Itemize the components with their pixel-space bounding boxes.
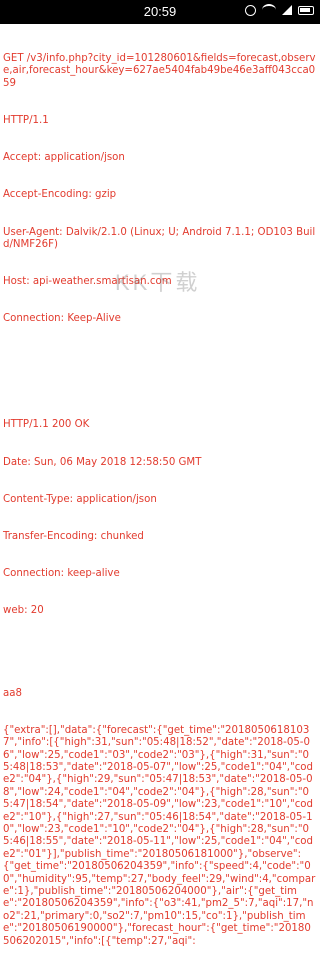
status-icons (245, 4, 314, 16)
response-line: Content-Type: application/json (3, 493, 157, 505)
json-body: {"extra":[],"data":{"forecast":{"get_tim… (3, 724, 316, 947)
request-line: Connection: Keep-Alive (3, 313, 121, 325)
request-block: GET /v3/info.php?city_id=101280601&field… (3, 28, 317, 351)
signal-icon (282, 5, 292, 15)
request-line: User-Agent: Dalvik/2.1.0 (Linux; U; Andr… (3, 226, 316, 250)
request-line: Accept-Encoding: gzip (3, 189, 117, 201)
response-block: HTTP/1.1 200 OK Date: Sun, 06 May 2018 1… (3, 395, 317, 643)
request-line: Host: api-weather.smartisan.com (3, 276, 172, 288)
http-log: GET /v3/info.php?city_id=101280601&field… (0, 24, 320, 973)
wifi-icon (262, 4, 276, 16)
response-line: HTTP/1.1 200 OK (3, 419, 90, 431)
response-line: Connection: keep-alive (3, 568, 120, 580)
response-line: Transfer-Encoding: chunked (3, 531, 144, 543)
response-line: web: 20 (3, 605, 44, 617)
status-bar: 20:59 (0, 0, 320, 24)
chunk-size: aa8 (3, 687, 22, 699)
response-body: aa8 {"extra":[],"data":{"forecast":{"get… (3, 663, 317, 973)
request-line: GET /v3/info.php?city_id=101280601&field… (3, 52, 316, 89)
request-line: Accept: application/json (3, 152, 125, 164)
alarm-icon (245, 4, 256, 16)
battery-icon (298, 5, 314, 15)
request-line: HTTP/1.1 (3, 114, 49, 126)
response-line: Date: Sun, 06 May 2018 12:58:50 GMT (3, 456, 202, 468)
